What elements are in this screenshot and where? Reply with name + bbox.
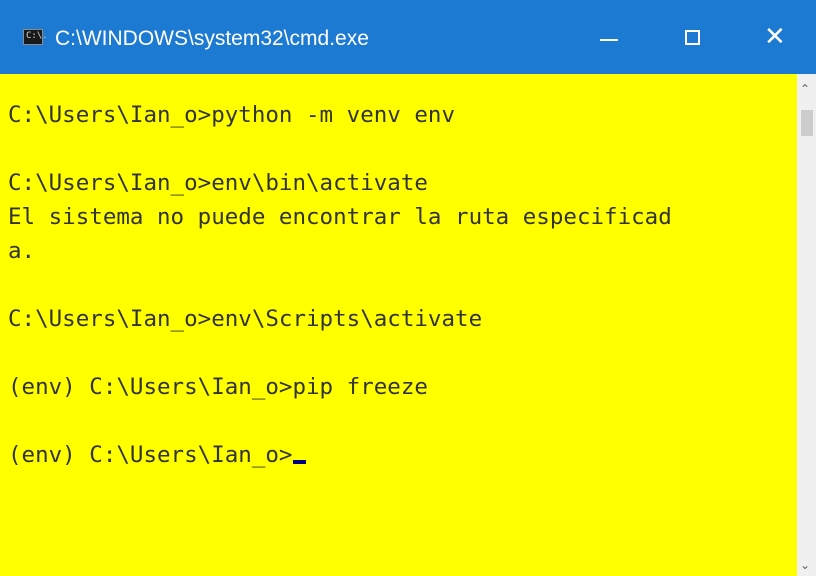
title-bar[interactable]: C:\. C:\WINDOWS\system32\cmd.exe ✕ <box>0 0 816 74</box>
vertical-scrollbar[interactable]: ⌃ ⌄ <box>797 74 816 576</box>
close-icon: ✕ <box>764 22 786 52</box>
console-prompt-line[interactable]: (env) C:\Users\Ian_o> <box>8 438 672 472</box>
window-title: C:\WINDOWS\system32\cmd.exe <box>55 27 369 50</box>
console-prompt: (env) C:\Users\Ian_o> <box>8 442 293 468</box>
console-line: (env) C:\Users\Ian_o>pip freeze <box>8 374 428 400</box>
cmd-icon[interactable]: C:\. <box>23 29 48 45</box>
console-line: C:\Users\Ian_o>env\Scripts\activate <box>8 306 483 332</box>
maximize-icon <box>685 30 700 45</box>
minimize-button[interactable] <box>572 0 642 74</box>
console-line: El sistema no puede encontrar la ruta es… <box>8 204 672 230</box>
console-line: C:\Users\Ian_o>python -m venv env <box>8 102 456 128</box>
maximize-button[interactable] <box>655 0 725 74</box>
console-output[interactable]: C:\Users\Ian_o>python -m venv env C:\Use… <box>0 74 797 576</box>
console-line: C:\Users\Ian_o>env\bin\activate <box>8 170 428 196</box>
scroll-down-icon[interactable]: ⌄ <box>800 558 810 572</box>
text-cursor <box>293 460 307 464</box>
cmd-icon-text: C:\. <box>26 31 48 41</box>
scroll-up-icon[interactable]: ⌃ <box>800 82 810 96</box>
console-lines: C:\Users\Ian_o>python -m venv env C:\Use… <box>8 98 672 472</box>
minimize-icon <box>600 39 618 41</box>
close-button[interactable]: ✕ <box>742 0 816 74</box>
scrollbar-thumb[interactable] <box>801 110 813 136</box>
console-line: a. <box>8 238 36 264</box>
